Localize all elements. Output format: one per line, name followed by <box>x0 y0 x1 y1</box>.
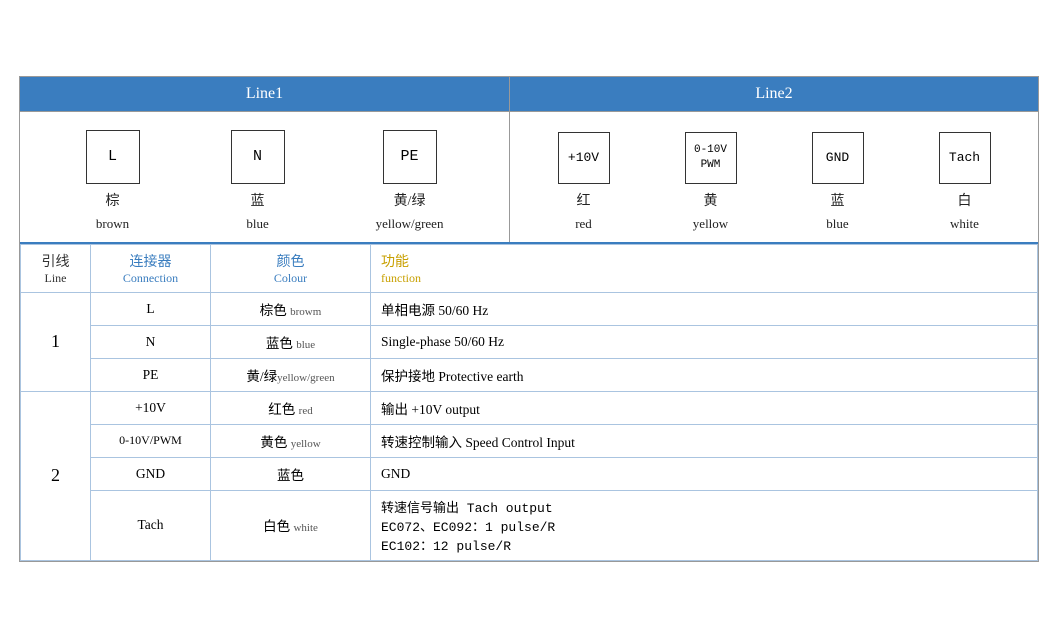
label-en-L: brown <box>96 216 129 232</box>
header-line2: Line2 <box>510 77 1038 111</box>
header-line1: Line1 <box>20 77 510 111</box>
wiring-table: 引线 Line 连接器 Connection 颜色 Colour 功能 func… <box>20 244 1038 561</box>
connector-box-PWM: 0-10VPWM <box>685 132 737 184</box>
connection-PE: PE <box>91 358 211 391</box>
label-en-N: blue <box>246 216 268 232</box>
line-number-1: 1 <box>21 292 91 391</box>
connector-Tach: Tach 白 white <box>939 132 991 232</box>
label-zh-PE: 黄/绿 <box>394 190 426 210</box>
label-zh-Tach: 白 <box>958 190 972 210</box>
label-en-PWM: yellow <box>693 216 728 232</box>
th-function: 功能 function <box>371 244 1038 292</box>
connection-10V: +10V <box>91 391 211 424</box>
connection-GND2: GND <box>91 457 211 490</box>
th-connection: 连接器 Connection <box>91 244 211 292</box>
function-N: Single-phase 50/60 Hz <box>371 325 1038 358</box>
connector-box-PE: PE <box>383 130 437 184</box>
table-row: 0-10V/PWM 黄色 yellow 转速控制输入 Speed Control… <box>21 424 1038 457</box>
connector-box-L: L <box>86 130 140 184</box>
connection-N: N <box>91 325 211 358</box>
function-PWM: 转速控制输入 Speed Control Input <box>371 424 1038 457</box>
colour-PWM: 黄色 yellow <box>211 424 371 457</box>
colour-10V: 红色 red <box>211 391 371 424</box>
label-en-Tach: white <box>950 216 979 232</box>
connector-10V: +10V 红 red <box>558 132 610 232</box>
diagram-line1: L 棕 brown N 蓝 blue PE 黄/绿 yellow/green <box>20 112 510 242</box>
label-zh-N: 蓝 <box>251 190 265 210</box>
label-zh-L: 棕 <box>106 190 120 210</box>
label-zh-PWM: 黄 <box>704 190 718 210</box>
table-row: 1 L 棕色 browm 单相电源 50/60 Hz <box>21 292 1038 325</box>
function-10V: 输出 +10V output <box>371 391 1038 424</box>
th-line: 引线 Line <box>21 244 91 292</box>
header-row: Line1 Line2 <box>20 77 1038 111</box>
diagram-row: L 棕 brown N 蓝 blue PE 黄/绿 yellow/green +… <box>20 111 1038 242</box>
table-row: GND 蓝色 GND <box>21 457 1038 490</box>
th-colour: 颜色 Colour <box>211 244 371 292</box>
label-zh-10V: 红 <box>577 190 591 210</box>
table-row: 2 +10V 红色 red 输出 +10V output <box>21 391 1038 424</box>
colour-Tach: 白色 white <box>211 490 371 560</box>
connector-box-10V: +10V <box>558 132 610 184</box>
connection-L: L <box>91 292 211 325</box>
table-row: N 蓝色 blue Single-phase 50/60 Hz <box>21 325 1038 358</box>
colour-L: 棕色 browm <box>211 292 371 325</box>
connector-L: L 棕 brown <box>86 130 140 232</box>
label-zh-GND: 蓝 <box>831 190 845 210</box>
line-number-2: 2 <box>21 391 91 560</box>
diagram-line2: +10V 红 red 0-10VPWM 黄 yellow GND 蓝 blue … <box>510 112 1038 242</box>
connector-box-N: N <box>231 130 285 184</box>
colour-GND: 蓝色 <box>211 457 371 490</box>
label-en-PE: yellow/green <box>376 216 444 232</box>
table-row: PE 黄/绿yellow/green 保护接地 Protective earth <box>21 358 1038 391</box>
label-en-10V: red <box>575 216 592 232</box>
colour-PE: 黄/绿yellow/green <box>211 358 371 391</box>
connection-PWM: 0-10V/PWM <box>91 424 211 457</box>
function-GND: GND <box>371 457 1038 490</box>
table-row: Tach 白色 white 转速信号输出 Tach output EC072、E… <box>21 490 1038 560</box>
connector-PWM: 0-10VPWM 黄 yellow <box>685 132 737 232</box>
label-en-GND: blue <box>826 216 848 232</box>
function-PE: 保护接地 Protective earth <box>371 358 1038 391</box>
connector-box-GND: GND <box>812 132 864 184</box>
connector-N: N 蓝 blue <box>231 130 285 232</box>
connector-GND: GND 蓝 blue <box>812 132 864 232</box>
connection-Tach: Tach <box>91 490 211 560</box>
colour-N: 蓝色 blue <box>211 325 371 358</box>
function-L: 单相电源 50/60 Hz <box>371 292 1038 325</box>
function-Tach: 转速信号输出 Tach output EC072、EC092：1 pulse/R… <box>371 490 1038 560</box>
table-section: 引线 Line 连接器 Connection 颜色 Colour 功能 func… <box>20 242 1038 561</box>
connector-PE: PE 黄/绿 yellow/green <box>376 130 444 232</box>
connector-box-Tach: Tach <box>939 132 991 184</box>
main-container: Line1 Line2 L 棕 brown N 蓝 blue PE 黄/绿 ye… <box>19 76 1039 562</box>
